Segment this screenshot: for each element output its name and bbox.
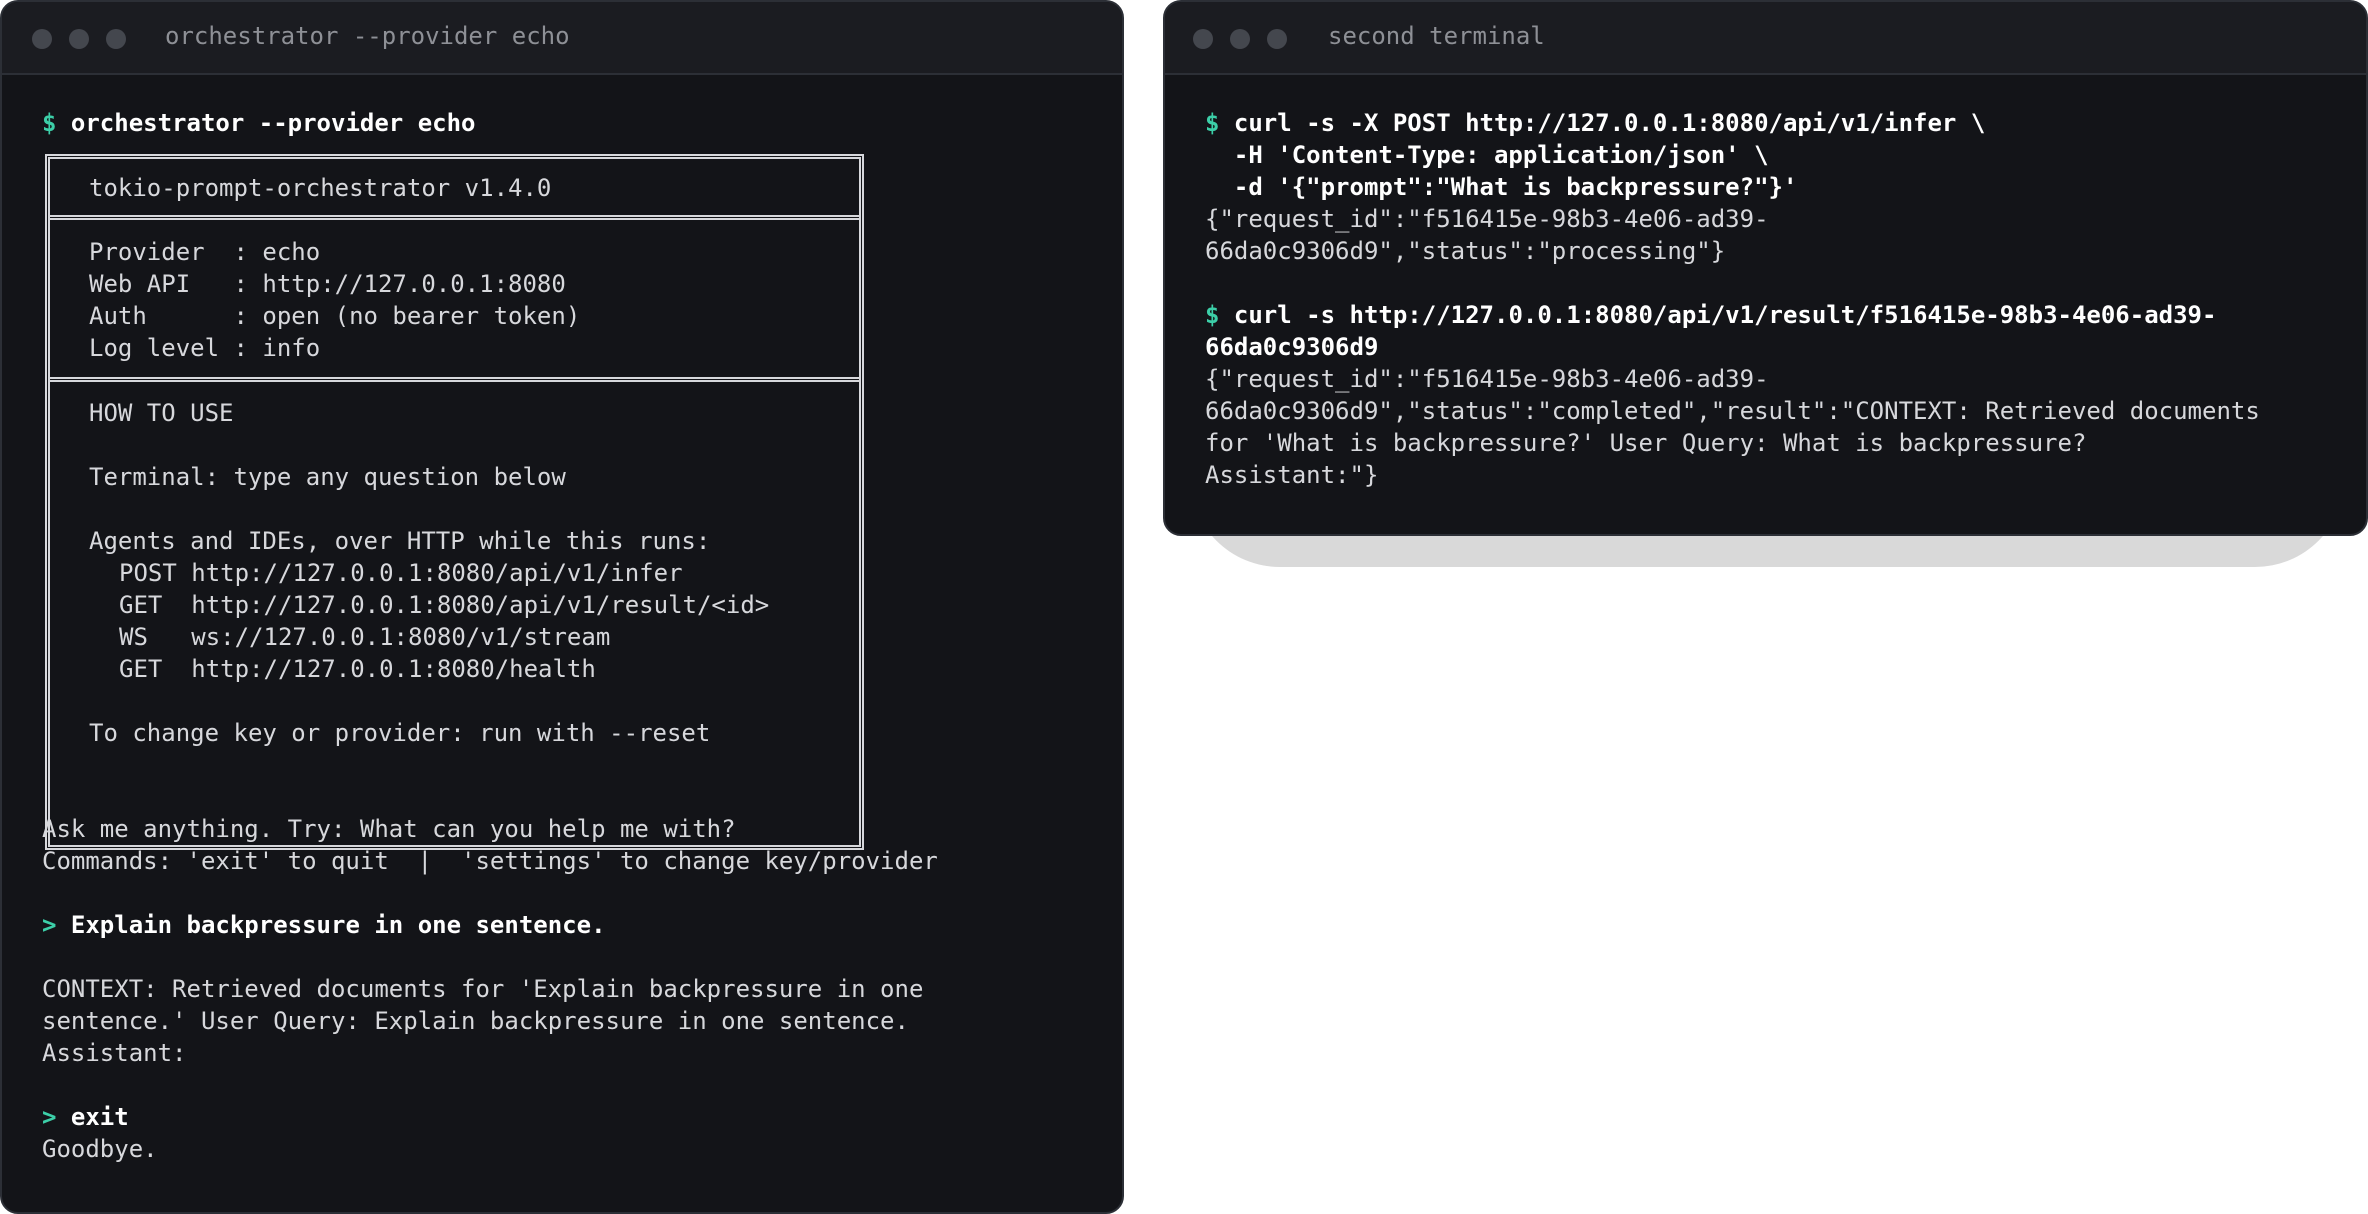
output-line: Assistant:"} — [1205, 461, 1379, 489]
banner-divider — [50, 377, 859, 382]
response-line: CONTEXT: Retrieved documents for 'Explai… — [42, 975, 924, 1003]
input-symbol: > — [42, 1103, 57, 1131]
endpoint-method: GET — [119, 591, 177, 619]
endpoint-url: http://127.0.0.1:8080/health — [191, 655, 596, 683]
output-line: {"request_id":"f516415e-98b3-4e06-ad39- — [1205, 205, 1769, 233]
query-text: exit — [70, 1103, 129, 1131]
endpoint-row: GET http://127.0.0.1:8080/health — [119, 653, 596, 685]
info-web-api: Web API : http://127.0.0.1:8080 — [89, 270, 566, 298]
banner-title: tokio-prompt-orchestrator v1.4.0 — [89, 174, 552, 202]
intro-line: Ask me anything. Try: What can you help … — [42, 815, 736, 843]
intro-line: Commands: 'exit' to quit | 'settings' to… — [42, 847, 938, 875]
endpoint-row: WS ws://127.0.0.1:8080/v1/stream — [119, 621, 610, 653]
window-title: second terminal — [1328, 22, 1545, 50]
prompt-symbol: $ — [42, 109, 57, 137]
agents-hint: Agents and IDEs, over HTTP while this ru… — [89, 527, 711, 555]
terminal-output[interactable]: $ curl -s -X POST http://127.0.0.1:8080/… — [1165, 75, 2366, 534]
endpoint-method: GET — [119, 655, 177, 683]
maximize-window-dot[interactable] — [106, 29, 126, 49]
output-line: 66da0c9306d9","status":"completed","resu… — [1205, 397, 2260, 425]
terminal-window-main[interactable]: orchestrator --provider echo $ orchestra… — [0, 0, 1124, 1214]
info-auth: Auth : open (no bearer token) — [89, 302, 581, 330]
reset-hint: To change key or provider: run with --re… — [89, 719, 711, 747]
endpoint-method: POST — [119, 559, 177, 587]
goodbye-line: Goodbye. — [42, 1135, 158, 1163]
title-bar[interactable]: second terminal — [1165, 2, 2366, 75]
terminal-hint: Terminal: type any question below — [89, 463, 566, 491]
prompt-symbol: $ — [1205, 109, 1220, 137]
prompt-symbol: $ — [1205, 301, 1220, 329]
command-text: curl -s http://127.0.0.1:8080/api/v1/res… — [1233, 301, 2217, 329]
output-line: for 'What is backpressure?' User Query: … — [1205, 429, 2087, 457]
close-window-dot[interactable] — [1193, 29, 1213, 49]
user-query: > Explain backpressure in one sentence. — [42, 909, 606, 941]
response-line: sentence.' User Query: Explain backpress… — [42, 1007, 909, 1035]
command-text: curl -s -X POST http://127.0.0.1:8080/ap… — [1233, 109, 1986, 137]
command-text: orchestrator --provider echo — [70, 109, 476, 137]
terminal-output[interactable]: $ orchestrator --provider echo tokio-pro… — [2, 75, 1122, 1212]
endpoint-url: http://127.0.0.1:8080/api/v1/result/<id> — [191, 591, 770, 619]
endpoint-url: http://127.0.0.1:8080/api/v1/infer — [191, 559, 683, 587]
minimize-window-dot[interactable] — [69, 29, 89, 49]
info-log-level: Log level : info — [89, 334, 321, 362]
endpoint-row: GET http://127.0.0.1:8080/api/v1/result/… — [119, 589, 769, 621]
endpoint-method: WS — [119, 623, 177, 651]
banner-divider — [50, 215, 859, 220]
endpoint-row: POST http://127.0.0.1:8080/api/v1/infer — [119, 557, 683, 589]
command-line: $ orchestrator --provider echo — [42, 107, 475, 139]
command-continuation: 66da0c9306d9 — [1205, 333, 1379, 361]
window-title: orchestrator --provider echo — [165, 22, 570, 50]
query-text: Explain backpressure in one sentence. — [70, 911, 606, 939]
close-window-dot[interactable] — [32, 29, 52, 49]
endpoint-url: ws://127.0.0.1:8080/v1/stream — [191, 623, 611, 651]
user-query: > exit — [42, 1101, 129, 1133]
howto-heading: HOW TO USE — [89, 399, 234, 427]
minimize-window-dot[interactable] — [1230, 29, 1250, 49]
title-bar[interactable]: orchestrator --provider echo — [2, 2, 1122, 75]
output-line: {"request_id":"f516415e-98b3-4e06-ad39- — [1205, 365, 1769, 393]
command-line: $ curl -s -X POST http://127.0.0.1:8080/… — [1205, 107, 1985, 139]
output-line: 66da0c9306d9","status":"processing"} — [1205, 237, 1726, 265]
command-continuation: -d '{"prompt":"What is backpressure?"}' — [1205, 173, 1798, 201]
info-provider: Provider : echo — [89, 238, 321, 266]
command-line: $ curl -s http://127.0.0.1:8080/api/v1/r… — [1205, 299, 2216, 331]
input-symbol: > — [42, 911, 57, 939]
maximize-window-dot[interactable] — [1267, 29, 1287, 49]
command-continuation: -H 'Content-Type: application/json' \ — [1205, 141, 1769, 169]
response-line: Assistant: — [42, 1039, 187, 1067]
terminal-window-second[interactable]: second terminal $ curl -s -X POST http:/… — [1163, 0, 2368, 536]
